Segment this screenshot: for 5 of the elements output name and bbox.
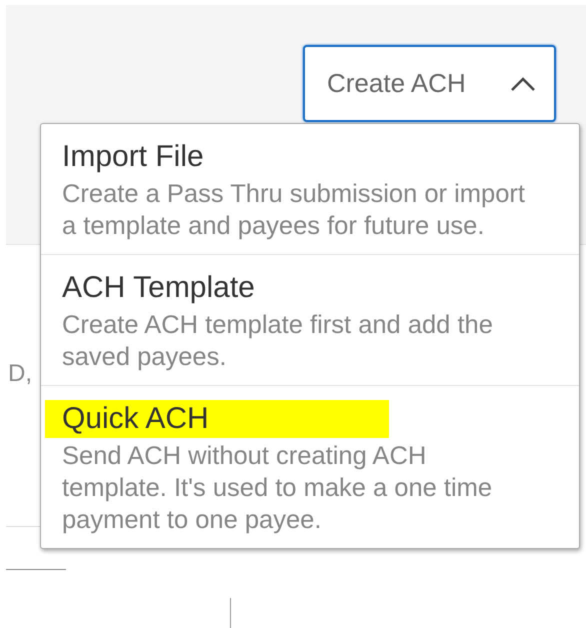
create-dropdown[interactable]: Create ACH xyxy=(303,45,556,122)
menu-item[interactable]: Quick ACH Send ACH without creating ACH template. It's used to make a one time payment to one payee. xyxy=(41,385,579,548)
menu-item[interactable]: ACH Template Create ACH template first and add the saved payees. xyxy=(41,254,579,385)
menu-item[interactable]: Import File Create a Pass Thru submission or import a template and payees for future use. xyxy=(41,124,579,254)
background-text: D, xyxy=(7,360,32,388)
